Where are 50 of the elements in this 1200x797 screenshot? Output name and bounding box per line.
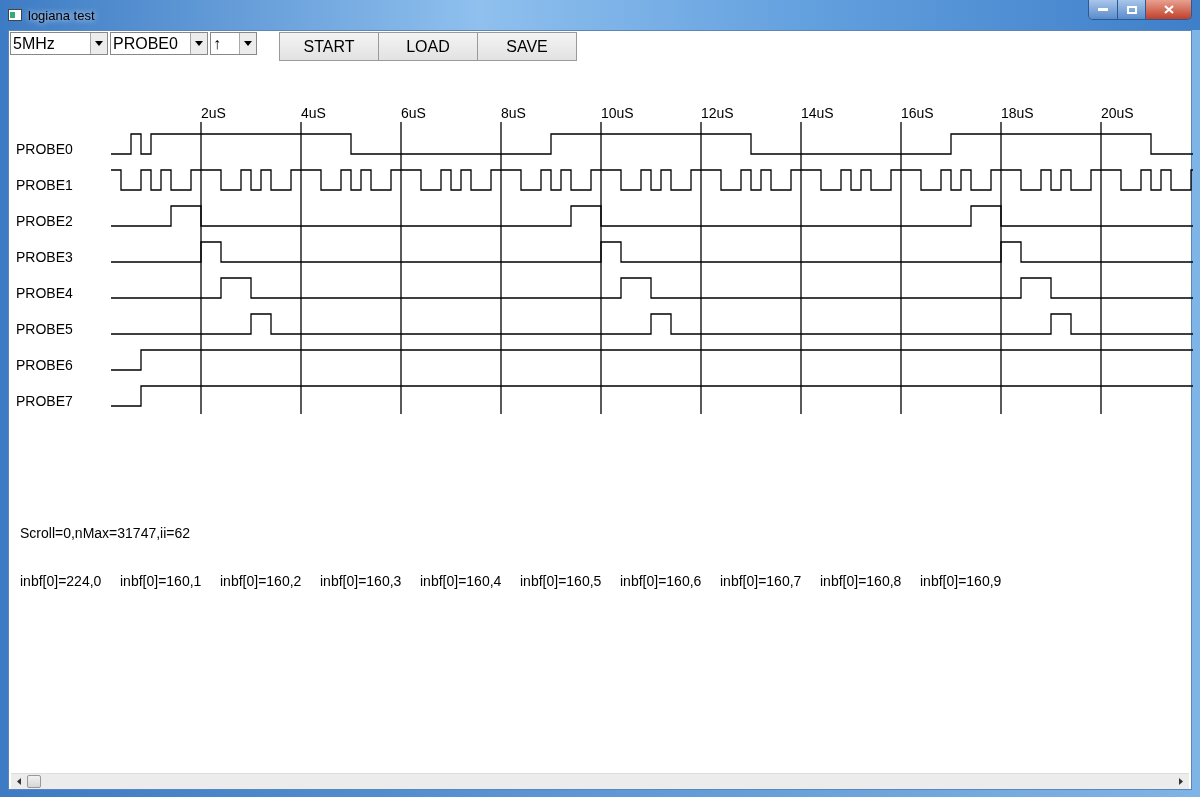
time-label: 10uS (601, 105, 634, 121)
load-button[interactable]: LOAD (378, 32, 478, 61)
buffer-value: inbf[0]=160,5 (520, 573, 603, 589)
buffer-value: inbf[0]=224,0 (20, 573, 103, 589)
caret-icon (195, 41, 203, 46)
maximize-icon (1126, 5, 1137, 14)
probe-dropdown[interactable]: PROBE0 (110, 32, 208, 55)
buffer-value: inbf[0]=160,6 (620, 573, 703, 589)
close-icon (1163, 5, 1174, 14)
time-label: 12uS (701, 105, 734, 121)
right-arrow-icon (1179, 778, 1183, 785)
caret-icon (95, 41, 103, 46)
probe-label: PROBE3 (16, 249, 73, 265)
minimize-icon (1098, 7, 1108, 12)
close-button[interactable] (1145, 0, 1191, 19)
status-text: Scroll=0,nMax=31747,ii=62 (20, 525, 191, 541)
maximize-button[interactable] (1117, 0, 1145, 19)
window-title: logiana test (28, 7, 96, 23)
probe-label: PROBE0 (16, 141, 73, 157)
buffer-value: inbf[0]=160,9 (920, 573, 1003, 589)
clock-dropdown[interactable]: 5MHz (10, 32, 108, 55)
probe-label: PROBE4 (16, 285, 73, 301)
buffer-value: inbf[0]=160,1 (120, 573, 203, 589)
buffer-value: inbf[0]=160,8 (820, 573, 903, 589)
probe-label: PROBE5 (16, 321, 73, 337)
buffer-value: inbf[0]=160,3 (320, 573, 403, 589)
time-label: 16uS (901, 105, 934, 121)
minimize-button[interactable] (1089, 0, 1117, 19)
left-arrow-icon (17, 778, 21, 785)
buffer-value: inbf[0]=160,4 (420, 573, 503, 589)
time-label: 6uS (401, 105, 426, 121)
time-label: 14uS (801, 105, 834, 121)
time-label: 20uS (1101, 105, 1134, 121)
caret-icon (244, 41, 252, 46)
buffer-value: inbf[0]=160,2 (220, 573, 303, 589)
edge-dropdown[interactable]: ↑ (210, 32, 257, 55)
start-button[interactable]: START (279, 32, 379, 61)
save-button[interactable]: SAVE (477, 32, 577, 61)
horizontal-scrollbar[interactable] (11, 773, 1189, 789)
scroll-thumb[interactable] (27, 775, 41, 788)
probe-label: PROBE2 (16, 213, 73, 229)
probe-label: PROBE1 (16, 177, 73, 193)
time-label: 8uS (501, 105, 526, 121)
probe-label: PROBE7 (16, 393, 73, 409)
time-label: 2uS (201, 105, 226, 121)
time-label: 4uS (301, 105, 326, 121)
buffer-value: inbf[0]=160,7 (720, 573, 803, 589)
window-icon (8, 9, 22, 21)
time-label: 18uS (1001, 105, 1034, 121)
probe-label: PROBE6 (16, 357, 73, 373)
